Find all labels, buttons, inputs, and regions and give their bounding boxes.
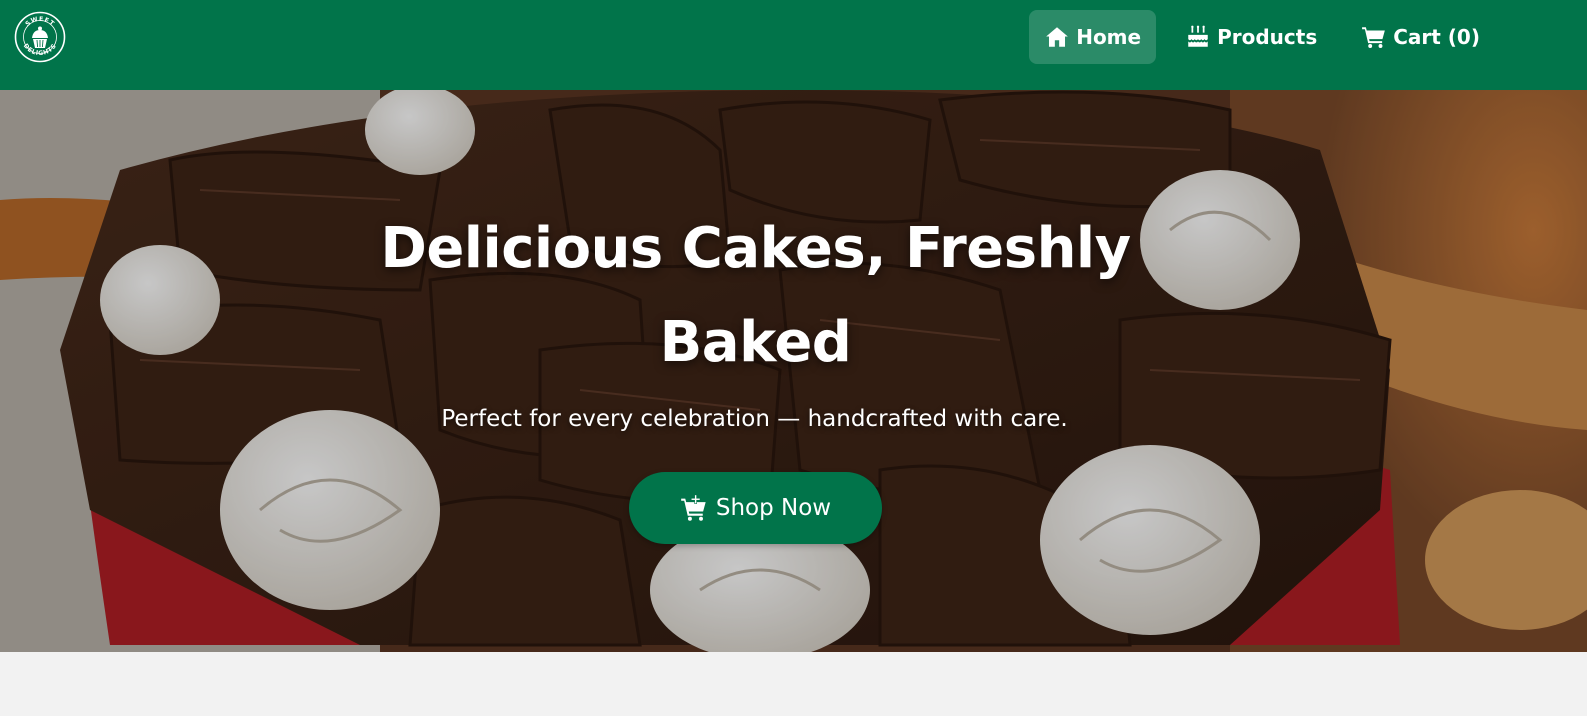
cart-plus-icon bbox=[680, 494, 708, 522]
birthday-cake-icon bbox=[1185, 24, 1211, 50]
hero-banner: Delicious Cakes, Freshly Baked Perfect f… bbox=[0, 90, 1587, 652]
nav-cart-label: Cart (0) bbox=[1393, 25, 1480, 49]
nav-home[interactable]: Home bbox=[1029, 10, 1157, 64]
nav-products-label: Products bbox=[1217, 25, 1318, 49]
shop-now-button[interactable]: Shop Now bbox=[629, 472, 882, 544]
site-header: SWEET DELIGHTS Home Products Cart (0) bbox=[0, 0, 1587, 90]
brand-logo[interactable]: SWEET DELIGHTS bbox=[14, 11, 66, 63]
cart-icon bbox=[1361, 24, 1387, 50]
hero-subtitle: Perfect for every celebration — handcraf… bbox=[441, 406, 1068, 432]
nav-home-label: Home bbox=[1076, 25, 1142, 49]
hero-content: Delicious Cakes, Freshly Baked Perfect f… bbox=[0, 90, 1587, 652]
hero-title: Delicious Cakes, Freshly Baked bbox=[380, 216, 1131, 375]
svg-text:SWEET: SWEET bbox=[24, 16, 55, 28]
content-area-start bbox=[0, 652, 1587, 716]
nav-products[interactable]: Products bbox=[1170, 10, 1332, 64]
shop-now-label: Shop Now bbox=[715, 495, 832, 521]
home-icon bbox=[1044, 24, 1070, 50]
nav-cart[interactable]: Cart (0) bbox=[1346, 10, 1495, 64]
main-nav: Home Products Cart (0) bbox=[1015, 10, 1495, 64]
cupcake-icon: SWEET DELIGHTS bbox=[14, 11, 66, 63]
